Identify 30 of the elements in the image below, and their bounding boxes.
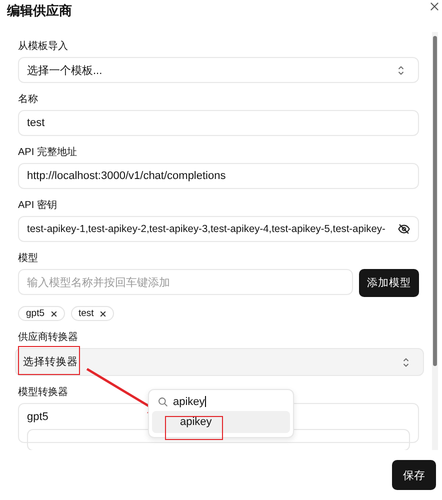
remove-icon[interactable] [50,310,56,316]
dialog-title: 编辑供应商 [7,2,72,20]
field-label: API 完整地址 [18,146,77,160]
field-label: 模型转换器 [18,386,68,400]
scrollbar[interactable] [432,32,438,450]
field-label: 名称 [18,93,38,107]
search-field[interactable]: apikey [173,396,206,408]
tag-label: gpt5 [26,308,44,319]
search-icon [158,397,168,407]
text-field[interactable]: test [18,110,419,136]
chevron-updown-icon [403,358,409,366]
field-label: API 密钥 [18,198,57,213]
field-label: 供应商转换器 [18,330,78,345]
text-field[interactable]: http://localhost:3000/v1/chat/completions [18,163,419,189]
save-button[interactable]: 保存 [392,460,436,490]
close-icon[interactable] [430,2,439,11]
model-name: gpt5 [27,411,48,423]
remove-icon[interactable] [100,310,106,316]
chevron-updown-icon [398,66,404,74]
tag-label: test [78,308,94,319]
api-key-field[interactable]: test-apikey-1,test-apikey-2,test-apikey-3,test-apikey-4,test-apikey-5,test-apikey- [18,216,419,242]
template-select[interactable]: 选择一个模板... [18,57,419,83]
annotation-box [18,346,80,375]
add-model-button[interactable]: 添加模型 [359,269,419,297]
dropdown-option[interactable]: apikey [152,411,290,433]
transformer-select[interactable]: 选择转换器 [15,348,424,376]
annotation-box [165,416,223,440]
eye-off-icon[interactable] [398,223,410,235]
field-label: 从模板导入 [18,40,68,54]
field-label: 模型 [18,252,38,266]
